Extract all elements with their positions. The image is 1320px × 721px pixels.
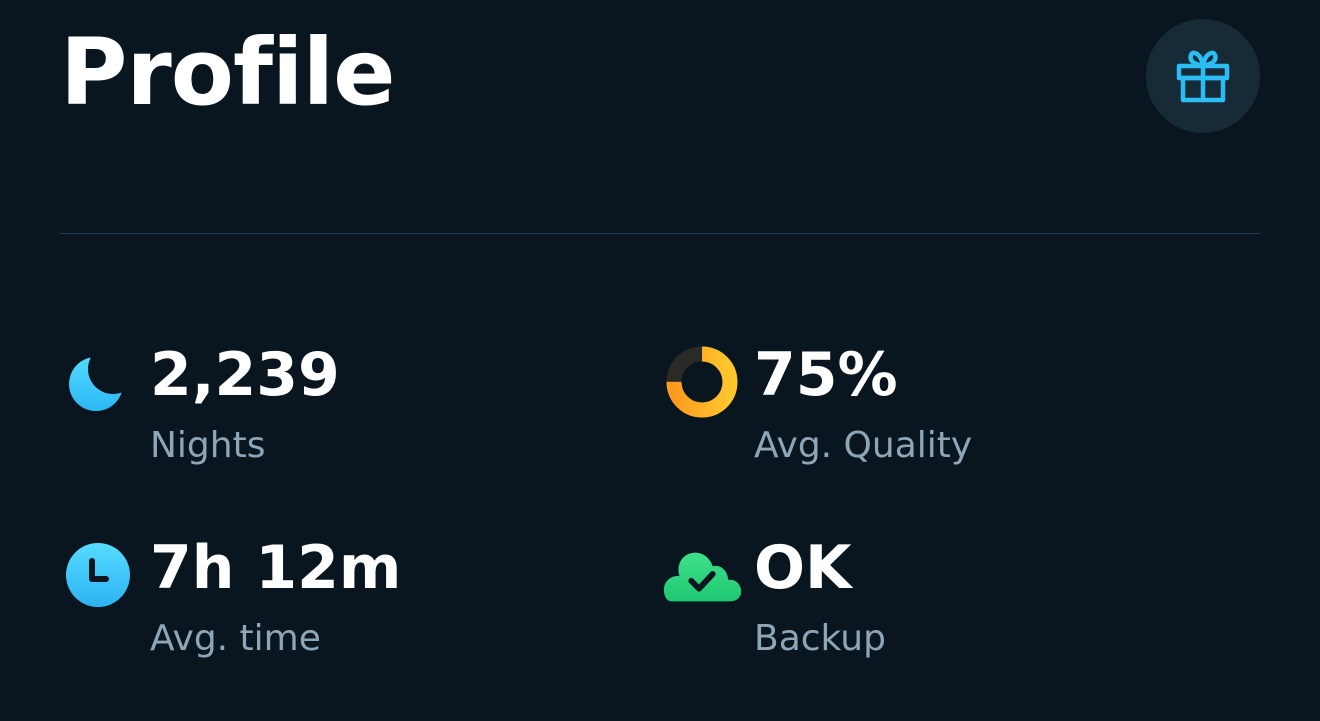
header-divider [60,233,1260,234]
clock-icon [58,535,138,615]
page-title: Profile [60,19,395,126]
cloud-check-icon [662,535,742,615]
quality-value: 75% [754,340,898,410]
stat-avg-time: 7h 12m Avg. time [58,535,578,675]
stat-quality: 75% Avg. Quality [662,342,1182,482]
backup-value: OK [754,533,852,603]
avg-time-label: Avg. time [150,618,321,659]
gift-button[interactable] [1146,19,1260,133]
stat-nights: 2,239 Nights [58,342,578,482]
quality-ring-icon [662,342,742,422]
quality-label: Avg. Quality [754,425,973,466]
avg-time-value: 7h 12m [150,533,402,603]
nights-value: 2,239 [150,340,340,410]
stat-backup: OK Backup [662,535,1182,675]
nights-label: Nights [150,425,266,466]
gift-icon [1176,50,1230,103]
moon-icon [58,342,138,422]
backup-label: Backup [754,618,886,659]
